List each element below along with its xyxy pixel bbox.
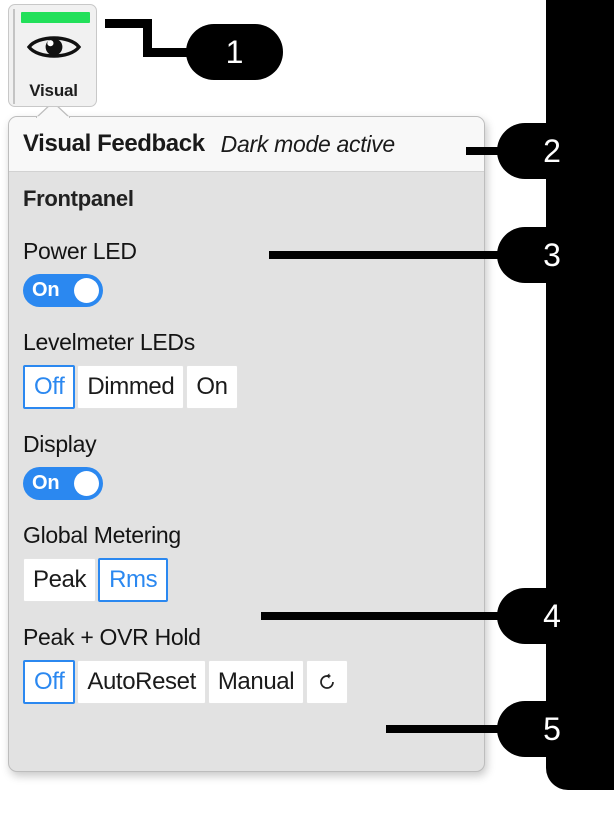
toggle-power-led-knob[interactable] — [74, 278, 99, 303]
page-title: Visual Feedback — [23, 130, 205, 157]
label-global-metering: Global Metering — [23, 522, 181, 548]
callout-badge-5-number: 5 — [543, 710, 561, 747]
toggle-display[interactable]: On — [23, 467, 103, 500]
label-levelmeter-leds: Levelmeter LEDs — [23, 329, 195, 355]
tab-label: Visual — [29, 81, 78, 100]
sidebar-tab-visual[interactable]: Visual — [8, 4, 97, 107]
segment-metering-rms[interactable]: Rms — [98, 558, 169, 602]
callout-badge-4: 4 — [497, 588, 581, 644]
toggle-display-value: On — [32, 472, 60, 494]
callout-badge-5: 5 — [497, 701, 581, 757]
popover-header: Visual Feedback Dark mode active — [9, 117, 484, 172]
field-power-led: Power LED On — [23, 238, 484, 307]
field-global-metering: Global Metering Peak Rms — [23, 522, 484, 602]
segmented-global-metering: Peak Rms — [23, 558, 169, 602]
segmented-levelmeter-leds: Off Dimmed On — [23, 365, 238, 409]
field-peak-ovr-hold: Peak + OVR Hold Off AutoReset Manual — [23, 624, 484, 704]
toggle-power-led[interactable]: On — [23, 274, 103, 307]
callout-badge-3-number: 3 — [543, 236, 561, 273]
segment-hold-manual[interactable]: Manual — [207, 660, 305, 704]
callout-badge-1: 1 — [186, 24, 283, 80]
segmented-peak-ovr-hold: Off AutoReset Manual — [23, 660, 349, 704]
callout-leader-3 — [269, 251, 527, 259]
label-display: Display — [23, 431, 97, 457]
segment-hold-off[interactable]: Off — [23, 660, 76, 704]
segment-metering-peak[interactable]: Peak — [23, 558, 97, 602]
segment-levelmeter-off[interactable]: Off — [23, 365, 76, 409]
callout-badge-4-number: 4 — [543, 597, 561, 634]
dark-side-panel — [546, 0, 614, 790]
status-text: Dark mode active — [220, 130, 395, 157]
eye-icon — [9, 29, 98, 65]
callout-badge-3: 3 — [497, 227, 581, 283]
callout-badge-2: 2 — [497, 123, 581, 179]
field-display: Display On — [23, 431, 484, 500]
visual-feedback-popover: Visual Feedback Dark mode active Frontpa… — [8, 116, 485, 772]
segment-hold-autoreset[interactable]: AutoReset — [77, 660, 206, 704]
reset-arrow-icon[interactable] — [306, 660, 349, 704]
label-peak-ovr-hold: Peak + OVR Hold — [23, 624, 201, 650]
toggle-display-knob[interactable] — [74, 471, 99, 496]
callout-leader-4 — [261, 612, 527, 620]
segment-levelmeter-dimmed[interactable]: Dimmed — [77, 365, 185, 409]
section-title-frontpanel: Frontpanel — [23, 186, 134, 211]
toggle-power-led-value: On — [32, 279, 60, 301]
callout-badge-1-number: 1 — [225, 33, 244, 70]
segment-levelmeter-on[interactable]: On — [186, 365, 238, 409]
tab-accent-bar — [21, 12, 90, 23]
callout-badge-2-number: 2 — [543, 132, 561, 169]
field-levelmeter-leds: Levelmeter LEDs Off Dimmed On — [23, 329, 484, 409]
